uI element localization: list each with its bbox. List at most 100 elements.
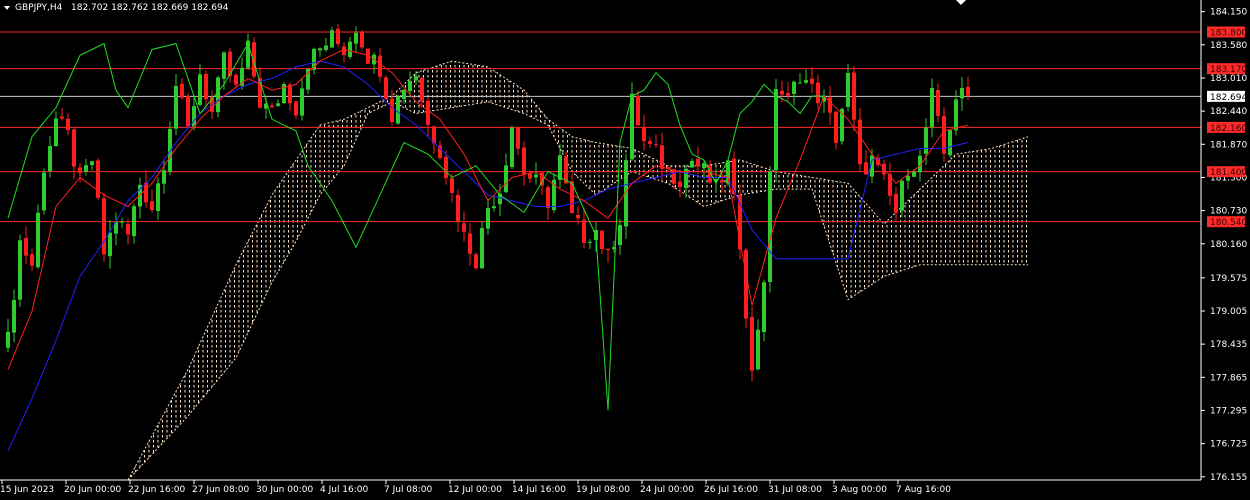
candle[interactable] [750,306,754,382]
time-tick-label: 12 Jul 00:00 [448,485,502,495]
candle-body [576,215,580,219]
candle-body [480,227,484,269]
candle-body [450,178,454,193]
candle-body [336,28,340,45]
candle-body [354,32,358,44]
candle-body [156,183,160,211]
time-tick-label: 26 Jul 16:00 [704,485,758,495]
level-tag-label: 183.800 [1210,29,1247,39]
candle[interactable] [282,81,286,105]
time-tick-label: 20 Jun 00:00 [64,485,121,495]
candle-body [204,73,208,100]
level-tag-label: 182.160 [1210,124,1247,134]
candle[interactable] [330,27,334,48]
candle-body [966,86,970,96]
candle-body [720,179,724,183]
candle-body [408,80,412,92]
candle-body [288,84,292,104]
candle[interactable] [474,252,478,271]
gbpjpy-h4-chart[interactable]: 184.150183.580183.010182.440181.870181.3… [0,0,1250,500]
candle-body [360,32,364,48]
candle-body [414,76,418,81]
candle[interactable] [480,221,484,269]
candle-body [864,162,868,175]
candle-body [660,145,664,169]
candle-body [798,82,802,84]
candle-body [504,165,508,193]
candle-body [60,116,64,119]
price-tick-label: 180.160 [1210,240,1247,250]
candle-body [642,127,646,142]
candle-body [780,90,784,95]
candle-body [462,223,466,232]
candle[interactable] [948,129,952,158]
candle[interactable] [384,75,388,100]
chart-header: GBPJPY,H4 182.702 182.762 182.669 182.69… [4,3,229,13]
candle-body [852,72,856,120]
candle-body [906,175,910,181]
candle-body [168,129,172,172]
candle-body [894,193,898,213]
candle-body [546,187,550,209]
candle[interactable] [96,158,100,201]
candle[interactable] [624,154,628,239]
candle-body [186,95,190,127]
ohlc-label: 182.702 182.762 182.669 182.694 [71,3,229,13]
candle-body [144,182,148,203]
candle-body [150,201,154,210]
candle-body [582,219,586,243]
candle[interactable] [636,90,640,126]
candle-body [426,100,430,125]
candle[interactable] [186,93,190,128]
candle-body [804,80,808,83]
candle-body [678,181,682,187]
candle[interactable] [510,125,514,170]
candle[interactable] [36,204,40,269]
candle-body [930,88,934,128]
time-tick-label: 22 Jun 16:00 [128,485,185,495]
candle-body [654,144,658,146]
candle[interactable] [744,247,748,329]
candle[interactable] [396,94,400,125]
candle[interactable] [18,234,22,307]
candle-body [534,174,538,178]
candle-body [342,46,346,56]
candle[interactable] [216,75,220,118]
time-tick-label: 7 Jul 08:00 [384,485,433,495]
candle[interactable] [726,160,730,187]
candle-body [756,329,760,370]
time-tick-label: 30 Jun 00:00 [256,485,313,495]
candle-body [402,89,406,100]
candle-body [54,118,58,147]
candle-body [30,254,34,266]
candle-body [48,146,52,172]
candle-body [912,171,916,177]
candle-body [420,77,424,102]
current-price-tag-label: 182.694 [1210,93,1247,103]
candle[interactable] [42,168,46,215]
candle-body [474,254,478,269]
candle-body [378,55,382,77]
candle[interactable] [768,165,772,293]
price-tick-label: 176.155 [1210,473,1247,483]
candle-body [174,85,178,129]
candle[interactable] [360,30,364,50]
candle[interactable] [168,121,172,176]
candle-body [234,74,238,85]
candle-body [816,82,820,104]
candle-body [330,30,334,48]
candle-body [600,230,604,250]
candle-body [948,130,952,156]
candle-body [270,105,274,108]
price-tick-label: 176.725 [1210,440,1247,450]
candle-body [924,127,928,154]
candle-body [810,78,814,84]
candle-body [960,87,964,99]
candle-body [90,161,94,165]
candle[interactable] [630,82,634,161]
candle[interactable] [102,192,106,262]
price-tick-label: 179.005 [1210,307,1247,317]
time-tick-label: 15 Jun 2023 [0,485,54,495]
candle-body [192,106,196,127]
candle-body [42,172,46,211]
